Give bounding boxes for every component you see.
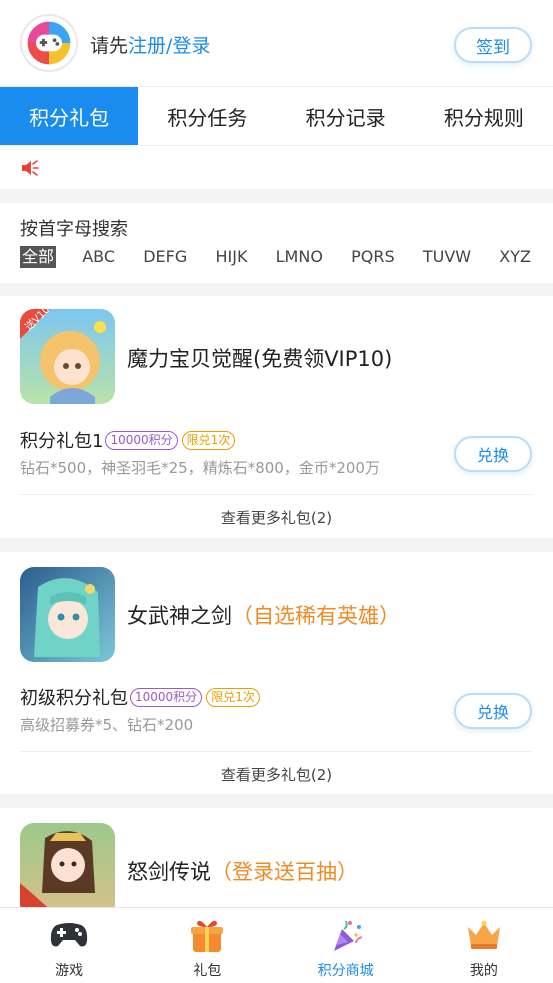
package-title-row: 积分礼包1 10000积分 限兑1次 <box>20 427 236 453</box>
letter-filter-hijk[interactable]: HIJK <box>213 246 249 268</box>
nav-label: 游戏 <box>55 963 84 979</box>
game-title-text: 女武神之剑 <box>127 604 232 628</box>
letter-search: 按首字母搜索 全部 ABC DEFG HIJK LMNO PQRS TUVW X… <box>0 203 553 283</box>
game-logo-icon <box>22 16 76 70</box>
nav-games[interactable]: 游戏 <box>0 908 138 983</box>
redeem-button[interactable]: 兑换 <box>454 693 532 729</box>
tab-points-rules[interactable]: 积分规则 <box>415 87 553 145</box>
avatar[interactable] <box>20 14 78 72</box>
game-title-text: 怒剑传说 <box>127 860 211 884</box>
package-name: 积分礼包1 <box>20 431 104 452</box>
package-name: 初级积分礼包 <box>20 688 128 709</box>
redeem-button[interactable]: 兑换 <box>454 436 532 472</box>
nav-label: 我的 <box>469 963 498 979</box>
package-description: 钻石*500，神圣羽毛*25，精炼石*800，金币*200万 <box>20 459 380 477</box>
game-icon[interactable]: 送V10 <box>20 309 115 404</box>
speaker-icon <box>22 160 39 176</box>
more-packages-link[interactable]: 查看更多礼包(2) <box>0 764 553 785</box>
letter-filter-xyz[interactable]: XYZ <box>497 246 533 268</box>
game-title[interactable]: 女武神之剑（自选稀有英雄） <box>127 600 400 630</box>
letter-search-title: 按首字母搜索 <box>20 219 128 240</box>
tab-points-gift[interactable]: 积分礼包 <box>0 87 139 145</box>
package-title-row: 初级积分礼包 10000积分 限兑1次 <box>20 684 260 710</box>
login-link[interactable]: 登录 <box>172 35 210 57</box>
more-packages-link[interactable]: 查看更多礼包(2) <box>0 507 553 528</box>
notice-bar <box>0 145 553 189</box>
gift-icon <box>187 917 227 953</box>
nav-label: 礼包 <box>193 963 222 979</box>
bottom-nav: 游戏 礼包 积分商城 我的 <box>0 907 553 983</box>
game-art-icon: 送V10 <box>20 309 115 404</box>
points-badge: 10000积分 <box>130 687 203 707</box>
game-art-icon <box>20 823 115 918</box>
game-title-highlight: （自选稀有英雄） <box>232 604 400 628</box>
game-icon[interactable] <box>20 823 115 918</box>
limit-badge: 限兑1次 <box>206 687 260 707</box>
party-popper-icon <box>326 917 366 953</box>
divider <box>20 494 533 495</box>
game-card: 怒剑传说（登录送百抽） <box>0 808 553 918</box>
game-icon[interactable] <box>20 567 115 662</box>
crown-icon <box>464 917 504 953</box>
game-title-text: 魔力宝贝觉醒(免费领VIP10) <box>127 347 393 371</box>
tab-points-tasks[interactable]: 积分任务 <box>138 87 276 145</box>
signin-button[interactable]: 签到 <box>454 27 532 63</box>
letter-filter-lmno[interactable]: LMNO <box>274 246 325 268</box>
game-card: 女武神之剑（自选稀有英雄） 初级积分礼包 10000积分 限兑1次 高级招募券*… <box>0 552 553 794</box>
game-title[interactable]: 怒剑传说（登录送百抽） <box>127 856 358 886</box>
game-art-icon <box>20 567 115 662</box>
game-card: 送V10 魔力宝贝觉醒(免费领VIP10) 积分礼包1 10000积分 限兑1次… <box>0 296 553 538</box>
gamepad-icon <box>49 917 89 953</box>
game-title[interactable]: 魔力宝贝觉醒(免费领VIP10) <box>127 343 392 373</box>
points-badge: 10000积分 <box>105 430 178 450</box>
nav-label: 积分商城 <box>317 963 374 979</box>
letter-filter: 全部 ABC DEFG HIJK LMNO PQRS TUVW XYZ <box>20 246 533 268</box>
header: 请先注册/登录 签到 <box>0 0 553 87</box>
register-link[interactable]: 注册 <box>128 35 166 57</box>
letter-filter-tuvw[interactable]: TUVW <box>421 246 473 268</box>
letter-filter-all[interactable]: 全部 <box>20 246 57 268</box>
nav-gifts[interactable]: 礼包 <box>138 908 276 983</box>
letter-filter-defg[interactable]: DEFG <box>141 246 189 268</box>
divider <box>20 751 533 752</box>
letter-filter-pqrs[interactable]: PQRS <box>349 246 397 268</box>
nav-mine[interactable]: 我的 <box>415 908 553 983</box>
nav-points-mall[interactable]: 积分商城 <box>277 908 415 983</box>
points-tabs: 积分礼包 积分任务 积分记录 积分规则 <box>0 87 553 145</box>
tab-points-records[interactable]: 积分记录 <box>277 87 415 145</box>
package-description: 高级招募券*5、钻石*200 <box>20 716 194 734</box>
game-title-highlight: （登录送百抽） <box>211 860 358 884</box>
login-prompt-prefix: 请先 <box>90 35 129 57</box>
limit-badge: 限兑1次 <box>181 430 236 450</box>
letter-filter-abc[interactable]: ABC <box>80 246 117 268</box>
login-prompt: 请先注册/登录 <box>90 31 210 58</box>
